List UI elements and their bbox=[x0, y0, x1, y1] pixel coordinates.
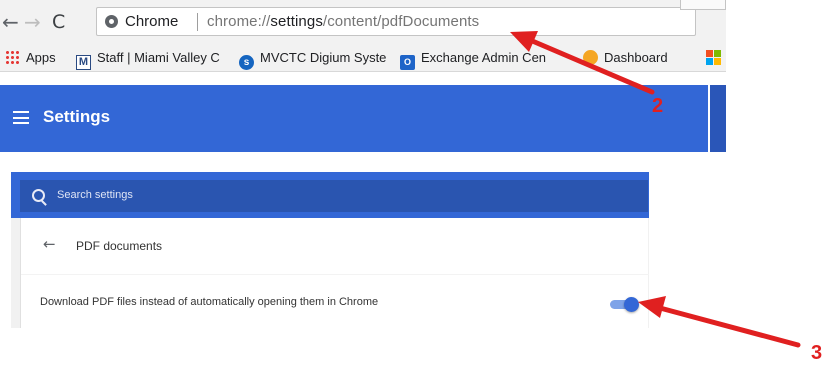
bookmark-mvctc[interactable]: s MVCTC Digium Syste bbox=[239, 49, 387, 70]
settings-title: Settings bbox=[43, 107, 111, 126]
dashboard-logo-icon bbox=[583, 50, 598, 65]
address-bar[interactable]: Chrome chrome://settings/content/pdfDocu… bbox=[96, 7, 696, 36]
url-host: settings bbox=[270, 13, 323, 30]
bookmark-staff-label: Staff | Miami Valley C bbox=[97, 50, 220, 65]
bookmark-staff[interactable]: M Staff | Miami Valley C bbox=[76, 49, 220, 70]
search-placeholder: Search settings bbox=[57, 189, 133, 201]
bookmark-dashboard[interactable]: Dashboard bbox=[583, 49, 668, 67]
reload-icon[interactable]: C bbox=[52, 10, 65, 34]
pdf-settings-screenshot: Search settings ← PDF documents Download… bbox=[11, 172, 649, 328]
window-frame-edge bbox=[680, 0, 726, 10]
microsoft-logo-icon bbox=[706, 50, 721, 65]
chrome-page-icon bbox=[105, 15, 118, 28]
chrome-chip-label: Chrome bbox=[125, 13, 179, 30]
divider bbox=[21, 274, 649, 275]
search-input[interactable]: Search settings bbox=[20, 180, 648, 212]
bookmark-dashboard-label: Dashboard bbox=[604, 50, 668, 65]
back-arrow-icon[interactable]: ← bbox=[2, 10, 19, 34]
settings-search-bar: Search settings bbox=[11, 172, 649, 218]
url-text[interactable]: chrome://settings/content/pdfDocuments bbox=[207, 13, 479, 30]
m-logo-icon: M bbox=[76, 55, 91, 70]
bookmark-apps[interactable]: Apps bbox=[5, 49, 56, 67]
bookmark-exchange-label: Exchange Admin Cen bbox=[421, 50, 547, 65]
back-arrow-icon[interactable]: ← bbox=[43, 235, 56, 253]
settings-header: Settings bbox=[0, 85, 708, 152]
toolbar: ← → C Chrome chrome://settings/content/p… bbox=[0, 0, 726, 44]
download-pdf-label: Download PDF files instead of automatica… bbox=[40, 296, 379, 308]
forward-arrow-icon[interactable]: → bbox=[24, 10, 41, 34]
settings-header-edge bbox=[710, 85, 726, 152]
bookmark-mvctc-label: MVCTC Digium Syste bbox=[260, 50, 387, 65]
arrow-3 bbox=[638, 296, 801, 348]
apps-grid-icon bbox=[5, 50, 20, 65]
bookmark-exchange[interactable]: O Exchange Admin Cen bbox=[400, 49, 547, 70]
search-icon bbox=[32, 189, 45, 202]
page-title: PDF documents bbox=[76, 239, 163, 253]
bookmark-apps-label: Apps bbox=[26, 50, 56, 65]
url-path: /content/pdfDocuments bbox=[322, 13, 480, 30]
outlook-logo-icon: O bbox=[400, 55, 415, 70]
pdf-documents-card: ← PDF documents Download PDF files inste… bbox=[20, 218, 649, 328]
bookmarks-bar: Apps M Staff | Miami Valley C s MVCTC Digi… bbox=[0, 44, 726, 72]
toggle-knob bbox=[624, 297, 639, 312]
step-number-3: 3 bbox=[811, 342, 823, 364]
download-pdf-toggle[interactable] bbox=[610, 297, 639, 312]
step-number-2: 2 bbox=[652, 95, 664, 117]
bookmark-microsoft[interactable] bbox=[706, 49, 726, 67]
menu-icon[interactable] bbox=[13, 111, 29, 124]
omnibox-separator bbox=[197, 13, 198, 31]
url-prefix: chrome:// bbox=[207, 13, 271, 30]
digium-logo-icon: s bbox=[239, 55, 254, 70]
browser-screenshot: ← → C Chrome chrome://settings/content/p… bbox=[0, 0, 726, 152]
